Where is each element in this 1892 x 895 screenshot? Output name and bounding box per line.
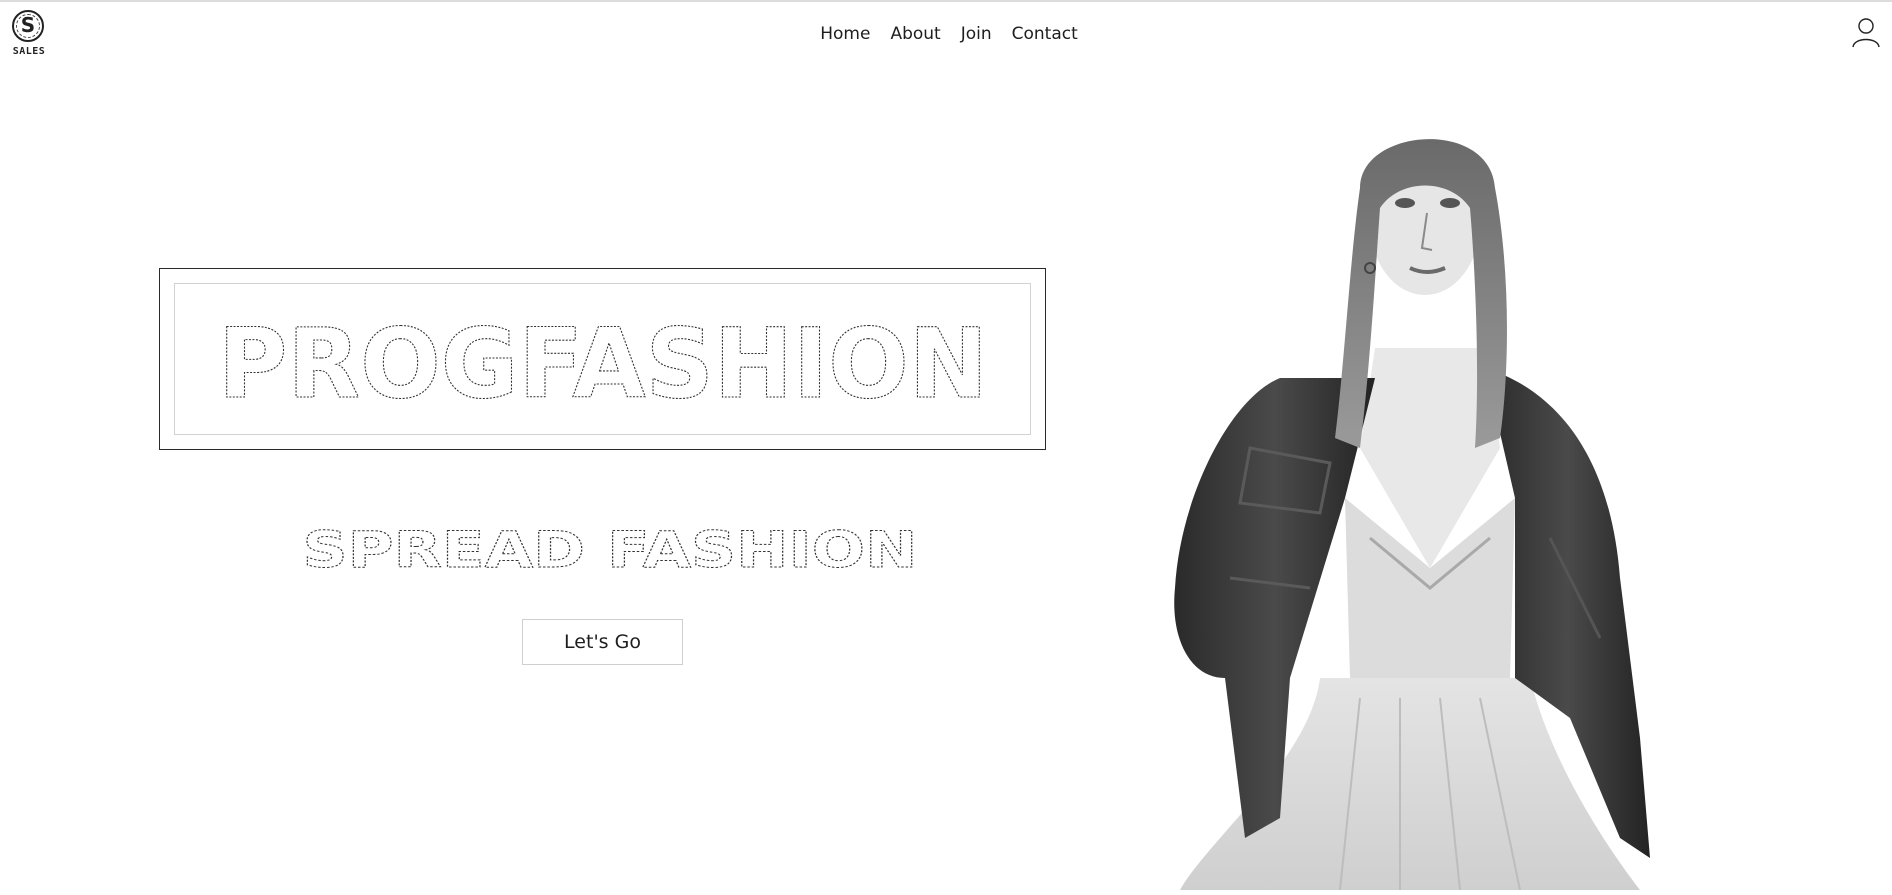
nav-join-link[interactable]: Join [951,22,1002,46]
main-nav: Home About Join Contact [0,22,1892,46]
hero-title-svg: PROGFASHION [217,307,988,420]
lets-go-button[interactable]: Let's Go [522,619,683,665]
hero-title-frame: PROGFASHION [159,268,1046,450]
nav-home-link[interactable]: Home [810,22,880,46]
model-photo [1170,118,1670,891]
hero-subtitle: SPREAD FASHION [303,521,918,579]
logo-brand-text: SALES [12,46,46,57]
nav-contact-link[interactable]: Contact [1002,22,1088,46]
user-icon[interactable] [1850,16,1882,48]
hero-title: PROGFASHION [218,308,988,420]
nav-about-link[interactable]: About [880,22,950,46]
top-divider [0,0,1892,2]
hero-subtitle-svg: SPREAD FASHION [302,521,918,580]
